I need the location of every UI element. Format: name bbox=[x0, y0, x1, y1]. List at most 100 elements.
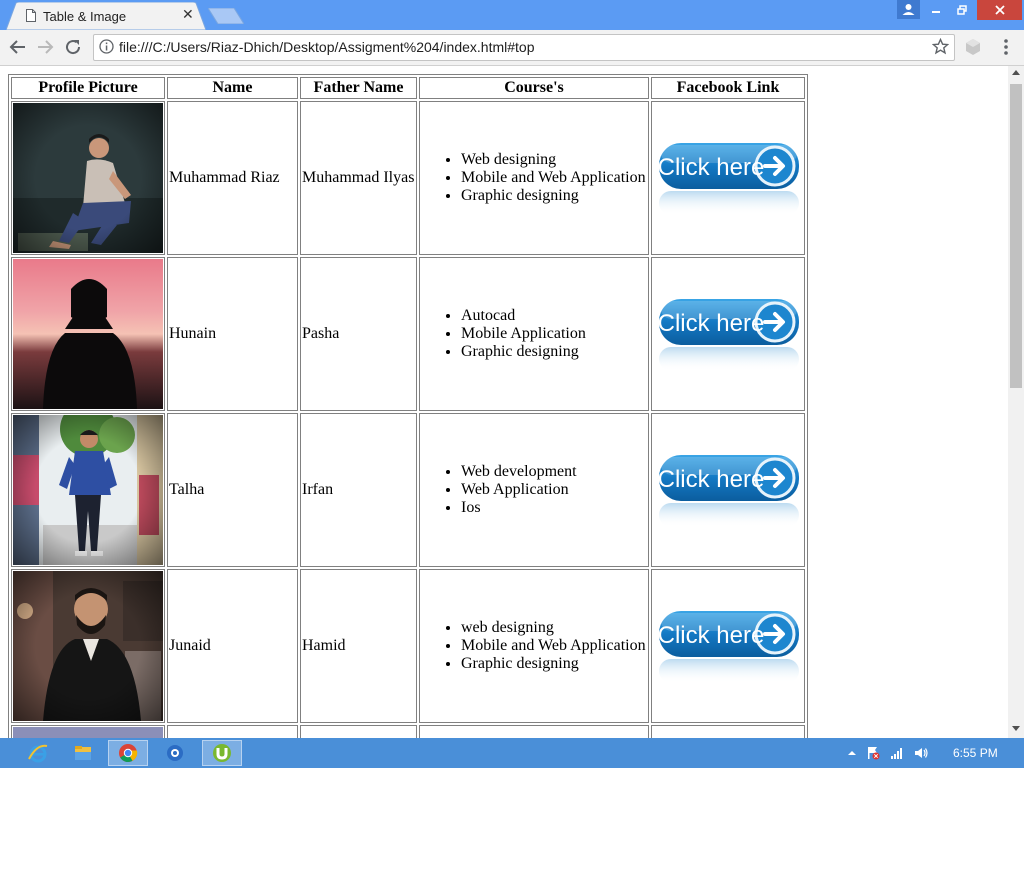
show-hidden-icons-icon[interactable] bbox=[845, 746, 859, 760]
father-name bbox=[300, 725, 417, 738]
course-item: Mobile Application bbox=[461, 325, 647, 343]
click-here-button[interactable]: Click here bbox=[655, 605, 801, 687]
course-item: web designing bbox=[461, 619, 647, 637]
restore-button[interactable] bbox=[949, 0, 974, 20]
browser-toolbar: file:///C:/Users/Riaz-Dhich/Desktop/Assi… bbox=[0, 30, 1024, 66]
courses-cell: Autocad Mobile Application Graphic desig… bbox=[419, 257, 649, 411]
network-signal-icon[interactable] bbox=[890, 746, 904, 760]
click-here-label: Click here bbox=[658, 622, 765, 649]
browser-tab[interactable]: Table & Image ✕ bbox=[6, 2, 206, 30]
course-item: Web designing bbox=[461, 151, 647, 169]
file-explorer-icon[interactable] bbox=[63, 740, 103, 766]
address-bar[interactable]: file:///C:/Users/Riaz-Dhich/Desktop/Assi… bbox=[93, 34, 955, 61]
title-bar: Table & Image ✕ bbox=[0, 0, 1024, 30]
profile-photo bbox=[13, 415, 163, 565]
page-viewport: Profile Picture Name Father Name Course'… bbox=[0, 66, 1008, 738]
vertical-scrollbar[interactable] bbox=[1008, 66, 1024, 738]
profile-photo bbox=[13, 727, 163, 738]
table-row: Muhammad Riaz Muhammad Ilyas Web designi… bbox=[11, 101, 805, 255]
course-item: Autocad bbox=[461, 307, 647, 325]
father-name: Hamid bbox=[300, 569, 417, 723]
reload-icon[interactable] bbox=[64, 38, 82, 56]
scroll-down-arrow-icon[interactable] bbox=[1012, 726, 1020, 731]
courses-list: Autocad Mobile Application Graphic desig… bbox=[421, 307, 647, 361]
chrome-icon[interactable] bbox=[108, 740, 148, 766]
click-here-label: Click here bbox=[658, 310, 765, 337]
course-item: Web Application bbox=[461, 481, 647, 499]
windows-taskbar: 6:55 PM bbox=[0, 738, 1024, 768]
click-here-label: Click here bbox=[658, 466, 765, 493]
student-name: Junaid bbox=[167, 569, 298, 723]
tab-title: Table & Image bbox=[43, 9, 127, 24]
header-profile-picture: Profile Picture bbox=[11, 77, 165, 99]
table-row bbox=[11, 725, 805, 738]
course-item: Ios bbox=[461, 499, 647, 517]
facebook-link-cell bbox=[651, 725, 805, 738]
header-facebook-link: Facebook Link bbox=[651, 77, 805, 99]
click-here-button[interactable]: Click here bbox=[655, 293, 801, 375]
courses-cell: Web development Web Application Ios bbox=[419, 413, 649, 567]
scrollbar-thumb[interactable] bbox=[1010, 84, 1022, 388]
courses-cell bbox=[419, 725, 649, 738]
profile-photo bbox=[13, 103, 163, 253]
students-table: Profile Picture Name Father Name Course'… bbox=[8, 74, 808, 738]
close-icon bbox=[994, 5, 1005, 15]
father-name: Irfan bbox=[300, 413, 417, 567]
clock-time[interactable]: 6:55 PM bbox=[953, 746, 998, 760]
star-icon[interactable] bbox=[932, 38, 949, 55]
student-name bbox=[167, 725, 298, 738]
courses-cell: Web designing Mobile and Web Application… bbox=[419, 101, 649, 255]
profile-picture-cell bbox=[11, 413, 165, 567]
course-item: Mobile and Web Application bbox=[461, 637, 647, 655]
profile-picture-cell bbox=[11, 101, 165, 255]
back-arrow-icon[interactable] bbox=[9, 38, 27, 56]
kebab-menu-icon[interactable] bbox=[1003, 38, 1009, 56]
restore-icon bbox=[956, 5, 967, 15]
close-window-button[interactable] bbox=[977, 0, 1022, 20]
student-name: Muhammad Riaz bbox=[167, 101, 298, 255]
url-text[interactable]: file:///C:/Users/Riaz-Dhich/Desktop/Assi… bbox=[119, 39, 535, 55]
father-name: Pasha bbox=[300, 257, 417, 411]
profile-picture-cell bbox=[11, 569, 165, 723]
profile-photo bbox=[13, 259, 163, 409]
extension-icon[interactable] bbox=[964, 38, 982, 56]
minimize-icon bbox=[931, 11, 940, 13]
course-item: Mobile and Web Application bbox=[461, 169, 647, 187]
profile-picture-cell bbox=[11, 725, 165, 738]
action-center-flag-icon[interactable] bbox=[866, 746, 880, 760]
table-row: Junaid Hamid web designing Mobile and We… bbox=[11, 569, 805, 723]
volume-icon[interactable] bbox=[914, 746, 928, 760]
document-icon bbox=[26, 9, 36, 22]
table-header-row: Profile Picture Name Father Name Course'… bbox=[11, 77, 805, 99]
utorrent-icon[interactable] bbox=[202, 740, 242, 766]
info-icon[interactable] bbox=[99, 39, 114, 54]
user-profile-icon[interactable] bbox=[897, 0, 920, 19]
new-tab-button[interactable] bbox=[208, 8, 244, 24]
minimize-button[interactable] bbox=[923, 0, 948, 20]
student-name: Hunain bbox=[167, 257, 298, 411]
forward-arrow-icon[interactable] bbox=[36, 38, 54, 56]
courses-list: Web development Web Application Ios bbox=[421, 463, 647, 517]
facebook-link-cell: Click here bbox=[651, 413, 805, 567]
header-courses: Course's bbox=[419, 77, 649, 99]
click-here-button[interactable]: Click here bbox=[655, 449, 801, 531]
tab-close-icon[interactable]: ✕ bbox=[182, 7, 194, 23]
student-name: Talha bbox=[167, 413, 298, 567]
outlook-icon[interactable] bbox=[155, 740, 195, 766]
facebook-link-cell: Click here bbox=[651, 257, 805, 411]
click-here-button[interactable]: Click here bbox=[655, 137, 801, 219]
course-item: Web development bbox=[461, 463, 647, 481]
courses-list: Web designing Mobile and Web Application… bbox=[421, 151, 647, 205]
profile-photo bbox=[13, 571, 163, 721]
courses-list: web designing Mobile and Web Application… bbox=[421, 619, 647, 673]
header-father-name: Father Name bbox=[300, 77, 417, 99]
internet-explorer-icon[interactable] bbox=[18, 740, 58, 766]
facebook-link-cell: Click here bbox=[651, 569, 805, 723]
header-name: Name bbox=[167, 77, 298, 99]
scroll-up-arrow-icon[interactable] bbox=[1012, 70, 1020, 75]
father-name: Muhammad Ilyas bbox=[300, 101, 417, 255]
table-row: Talha Irfan Web development Web Applicat… bbox=[11, 413, 805, 567]
table-row: Hunain Pasha Autocad Mobile Application … bbox=[11, 257, 805, 411]
click-here-label: Click here bbox=[658, 154, 765, 181]
courses-cell: web designing Mobile and Web Application… bbox=[419, 569, 649, 723]
